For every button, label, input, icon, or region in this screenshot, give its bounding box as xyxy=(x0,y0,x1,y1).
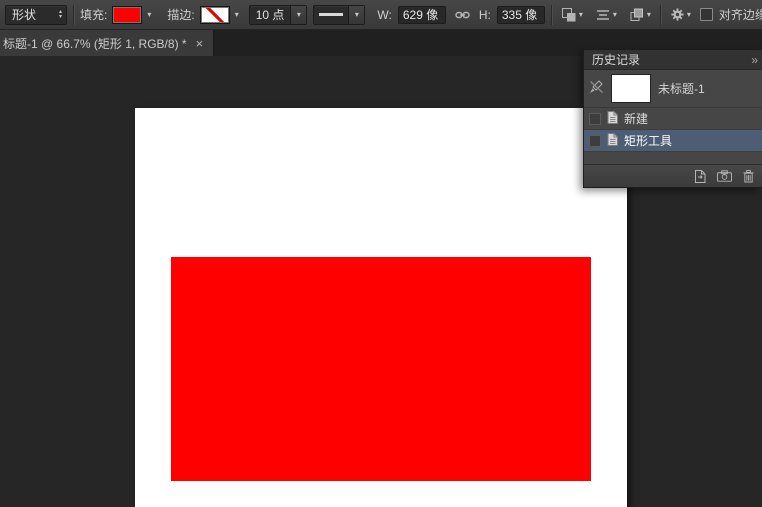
fill-label: 填充: xyxy=(80,6,107,23)
width-input[interactable] xyxy=(398,6,446,24)
height-label: H: xyxy=(479,8,491,22)
camera-icon[interactable] xyxy=(717,170,732,182)
updown-arrows-icon: ▴▾ xyxy=(55,10,66,20)
snapshot-label: 未标题-1 xyxy=(658,80,705,97)
snapshot-thumbnail[interactable] xyxy=(611,74,651,103)
tool-mode-label: 形状 xyxy=(6,6,42,23)
width-label: W: xyxy=(377,8,391,22)
close-icon[interactable]: × xyxy=(196,37,204,50)
snapshot-row[interactable]: 未标题-1 xyxy=(584,70,762,108)
divider xyxy=(551,5,552,25)
height-input[interactable] xyxy=(497,6,545,24)
path-arrangement-icon[interactable]: ▾ xyxy=(626,5,654,25)
document-icon xyxy=(607,133,618,149)
red-rectangle-shape[interactable] xyxy=(171,257,591,481)
document-tab-title: 标题-1 @ 66.7% (矩形 1, RGB/8) * xyxy=(3,35,187,52)
history-source-checkbox[interactable] xyxy=(589,113,601,125)
document-canvas[interactable] xyxy=(135,108,627,507)
align-edges-label: 对齐边缘 xyxy=(719,6,762,23)
path-operations-icon[interactable]: ▾ xyxy=(558,5,586,25)
history-item-rectangle-tool[interactable]: 矩形工具 xyxy=(584,130,762,152)
trash-icon[interactable] xyxy=(743,170,754,183)
history-panel-title: 历史记录 xyxy=(584,51,640,68)
history-panel-footer xyxy=(584,164,762,187)
path-alignment-icon[interactable]: ▾ xyxy=(592,5,620,25)
divider xyxy=(73,5,74,25)
history-item-new[interactable]: 新建 xyxy=(584,108,762,130)
chevron-down-icon: ▾ xyxy=(348,6,364,24)
options-bar: 形状 ▴▾ 填充: ▾ 描边: ▾ 10 点 ▾ ▾ W: xyxy=(0,0,762,30)
gear-icon[interactable]: ▾ xyxy=(667,5,694,24)
document-icon xyxy=(607,111,618,127)
stroke-width-select[interactable]: 10 点 ▾ xyxy=(249,5,308,25)
history-item-label: 矩形工具 xyxy=(624,132,672,149)
stroke-color-swatch[interactable] xyxy=(201,7,229,23)
history-item-label: 新建 xyxy=(624,110,648,127)
chevron-down-icon: ▾ xyxy=(290,6,306,24)
stroke-style-preview xyxy=(319,13,343,16)
history-list-empty-area xyxy=(584,152,762,164)
divider xyxy=(660,5,661,25)
tool-mode-select[interactable]: 形状 ▴▾ xyxy=(5,5,67,25)
stroke-style-select[interactable]: ▾ xyxy=(313,5,365,25)
fill-caret-icon[interactable]: ▾ xyxy=(147,11,151,19)
fill-color-swatch[interactable] xyxy=(113,7,141,23)
stroke-width-label: 10 点 xyxy=(250,6,291,23)
history-brush-source-icon[interactable] xyxy=(589,80,604,97)
link-dimensions-icon[interactable] xyxy=(452,7,473,23)
document-tab[interactable]: 标题-1 @ 66.7% (矩形 1, RGB/8) * × xyxy=(0,30,214,56)
new-document-from-state-icon[interactable] xyxy=(694,170,706,183)
align-edges-checkbox[interactable] xyxy=(700,8,713,21)
collapse-panel-icon[interactable]: » xyxy=(751,53,762,67)
history-panel-header: 历史记录 » xyxy=(584,50,762,70)
history-panel: 历史记录 » 未标题-1 xyxy=(583,50,762,188)
stroke-caret-icon[interactable]: ▾ xyxy=(235,11,239,19)
photoshop-window: 形状 ▴▾ 填充: ▾ 描边: ▾ 10 点 ▾ ▾ W: xyxy=(0,0,762,507)
history-source-checkbox[interactable] xyxy=(589,135,601,147)
stroke-label: 描边: xyxy=(167,6,194,23)
